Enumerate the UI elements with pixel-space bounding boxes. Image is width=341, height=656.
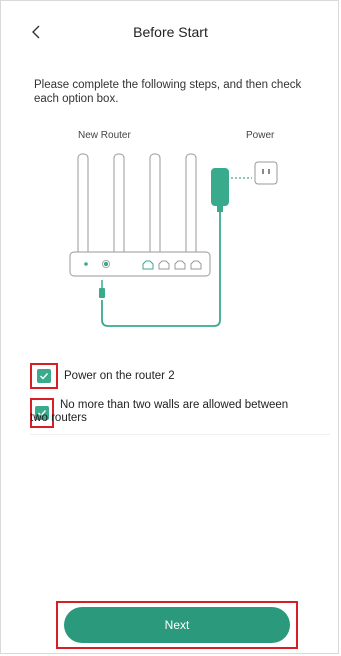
- checkbox-power-on[interactable]: [37, 369, 51, 383]
- page-title: Before Start: [133, 24, 208, 40]
- header-bar: Before Start: [0, 18, 341, 48]
- checklist-label-walls: No more than two walls are allowed betwe…: [30, 398, 289, 425]
- instructions-text: Please complete the following steps, and…: [34, 79, 302, 105]
- checklist-label-line2: two routers: [30, 412, 87, 424]
- next-button[interactable]: Next: [64, 607, 290, 643]
- check-icon: [40, 373, 49, 380]
- power-label: Power: [246, 130, 275, 141]
- checklist-label-line1: No more than two walls are allowed betwe…: [60, 399, 289, 411]
- router-diagram: [69, 153, 278, 327]
- checklist-item-walls[interactable]: No more than two walls are allowed betwe…: [30, 398, 330, 435]
- checklist-item-power-on[interactable]: Power on the router 2: [30, 362, 330, 390]
- new-router-label: New Router: [78, 130, 131, 141]
- checkbox-highlight[interactable]: [30, 363, 58, 389]
- checklist-label: Power on the router 2: [64, 370, 175, 382]
- router-illustration: New Router Power: [56, 124, 296, 340]
